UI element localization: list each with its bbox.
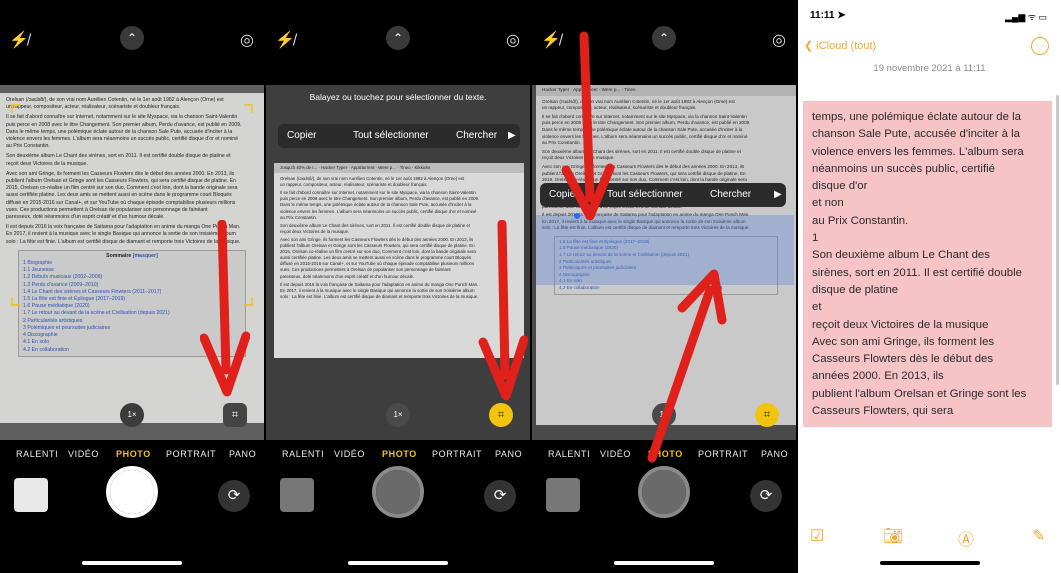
mode-photo[interactable]: PHOTO (382, 449, 417, 459)
markup-icon[interactable]: Ⓐ (958, 526, 974, 550)
status-icons: ▂▄▆ ᯤ ▭ (1005, 12, 1047, 22)
note-line: et (812, 301, 822, 314)
note-line: chanson Sale Pute, accusée d'inciter à l… (812, 128, 1020, 141)
text-selection-menu: Copier Tout sélectionner Chercher ▶ (278, 124, 520, 148)
live-photo-off-icon[interactable]: ◎ (502, 30, 524, 52)
camera-flip-icon[interactable]: ⟳ (218, 480, 250, 512)
camera-screen-2: ⚡̸ ⌃ ◎ Jusqu'à 40% de r... · Hacker Type… (266, 0, 530, 573)
mode-video[interactable]: VIDÉO (334, 449, 365, 459)
select-all-menu-item[interactable]: Tout sélectionner (353, 130, 429, 141)
live-text-hint: Balayez ou touchez pour sélectionner du … (309, 92, 487, 102)
browser-tab-bar: Jusqu'à 40% de r... · Hacker Typer · App… (274, 163, 524, 174)
live-text-icon[interactable]: ⌗ (223, 403, 247, 427)
chevron-up-icon[interactable]: ⌃ (652, 26, 676, 50)
browser-tab[interactable]: Tineo (624, 87, 635, 92)
mode-pano[interactable]: PANO (495, 449, 522, 459)
back-label: iCloud (tout) (816, 40, 877, 52)
mode-pano[interactable]: PANO (229, 449, 256, 459)
live-text-icon[interactable]: ⌗ (489, 403, 513, 427)
compose-icon[interactable]: ✎ (1032, 526, 1045, 546)
doc-line: un rappeur, compositeur, acteur, réalisa… (280, 182, 428, 188)
mode-ralenti[interactable]: RALENTI (16, 449, 58, 459)
note-line: néanmoins un succès public, certifié (812, 162, 995, 175)
flash-off-icon[interactable]: ⚡̸ (274, 30, 296, 52)
live-text-icon[interactable]: ⌗ (755, 403, 779, 427)
note-line: Avec son ami Gringe, ils forment les (812, 335, 995, 348)
red-arrow-down-annotation (561, 31, 615, 220)
search-menu-item[interactable]: Chercher (710, 189, 751, 200)
chevron-up-icon[interactable]: ⌃ (386, 26, 410, 50)
note-date: 19 novembre 2021 à 11:11 (873, 63, 986, 74)
shutter-inner (642, 470, 686, 514)
note-line: publient l'album Orelsan et Gringe sont … (812, 387, 1027, 400)
note-line: temps, une polémique éclate autour de la (812, 111, 1021, 123)
note-line: Son deuxième album Le Chant des (812, 249, 990, 262)
copy-menu-item[interactable]: Copier (287, 130, 316, 141)
chevron-up-icon[interactable]: ⌃ (120, 26, 144, 50)
mode-video[interactable]: VIDÉO (68, 449, 99, 459)
camera-modes: RALENTI VIDÉO PHOTO PORTRAIT PANO (266, 446, 530, 462)
status-time: 11:11 ➤ (810, 10, 846, 21)
home-indicator (614, 561, 714, 565)
note-line: Casseurs Flowters, qui sera (812, 405, 954, 418)
camera-icon[interactable]: 📷︎ (883, 526, 903, 546)
browser-tab[interactable]: Kikkicks (414, 165, 430, 170)
note-line: 1 (812, 232, 819, 245)
home-indicator (82, 561, 182, 565)
live-photo-off-icon[interactable]: ◎ (768, 30, 790, 52)
red-arrow-annotation (200, 220, 250, 397)
mode-ralenti[interactable]: RALENTI (548, 449, 590, 459)
browser-tab[interactable]: Jusqu'à 40% de r... (280, 165, 317, 170)
browser-tab[interactable]: Hacker Typer (321, 165, 347, 170)
note-line: au Prix Constantin. (812, 214, 909, 227)
last-photo-thumbnail[interactable] (14, 478, 48, 512)
mode-portrait[interactable]: PORTRAIT (432, 449, 482, 459)
home-indicator (880, 561, 980, 565)
mode-ralenti[interactable]: RALENTI (282, 449, 324, 459)
camera-screen-1: ⚡̸ ⌃ ◎ Orelsan (/ɔʁɛlsɑ̃/), de son vrai … (0, 0, 264, 573)
checklist-icon[interactable]: ☑ (810, 526, 824, 546)
red-arrow-up-annotation (647, 269, 727, 463)
more-options-icon[interactable]: ··· (1031, 37, 1049, 55)
shutter-inner (110, 470, 154, 514)
home-indicator (348, 561, 448, 565)
camera-flip-icon[interactable]: ⟳ (750, 480, 782, 512)
camera-screen-3: ⚡̸ ⌃ ◎ Hacker Typer · AppStorrent - Were… (532, 0, 796, 573)
zoom-button[interactable]: 1× (386, 403, 410, 427)
scrollbar[interactable] (1056, 95, 1059, 385)
red-arrow-annotation (478, 220, 528, 401)
flash-off-icon[interactable]: ⚡̸ (8, 30, 30, 52)
camera-modes: RALENTI VIDÉO PHOTO PORTRAIT PANO (0, 446, 264, 462)
more-arrow-icon[interactable]: ▶ (508, 130, 516, 141)
last-photo-thumbnail[interactable] (546, 478, 580, 512)
mode-photo[interactable]: PHOTO (116, 449, 151, 459)
note-line: années 2000. En 2013, ils (812, 370, 944, 383)
select-all-menu-item[interactable]: Tout sélectionner (607, 189, 683, 200)
camera-flip-icon[interactable]: ⟳ (484, 480, 516, 512)
note-line: violence envers les femmes. L'album sera (812, 145, 1024, 158)
zoom-button[interactable]: 1× (120, 403, 144, 427)
note-line: reçoit deux Victoires de la musique (812, 318, 989, 331)
notes-screen: 11:11 ➤ ▂▄▆ ᯤ ▭ ❮ iCloud (tout) ··· 19 n… (798, 0, 1061, 573)
live-photo-off-icon[interactable]: ◎ (236, 30, 258, 52)
last-photo-thumbnail[interactable] (280, 478, 314, 512)
note-line: et non (812, 197, 844, 210)
browser-tab[interactable]: AppStorrent - Were p... (351, 165, 396, 170)
shutter-inner (376, 470, 420, 514)
note-body[interactable]: temps, une polémique éclate autour de la… (803, 101, 1052, 427)
mode-pano[interactable]: PANO (761, 449, 788, 459)
note-line: sirènes, sort en 2011. Il est certifié d… (812, 266, 1022, 279)
browser-tab[interactable]: Tineo (400, 165, 411, 170)
note-line: disque d'or (812, 180, 868, 193)
back-button[interactable]: ❮ iCloud (tout) (804, 39, 876, 52)
note-line: disque de platine (812, 283, 899, 296)
mode-video[interactable]: VIDÉO (600, 449, 631, 459)
mode-portrait[interactable]: PORTRAIT (166, 449, 216, 459)
search-menu-item[interactable]: Chercher (456, 130, 497, 141)
note-line: Casseurs Flowters dès le début des (812, 353, 994, 366)
more-arrow-icon[interactable]: ▶ (774, 189, 782, 200)
